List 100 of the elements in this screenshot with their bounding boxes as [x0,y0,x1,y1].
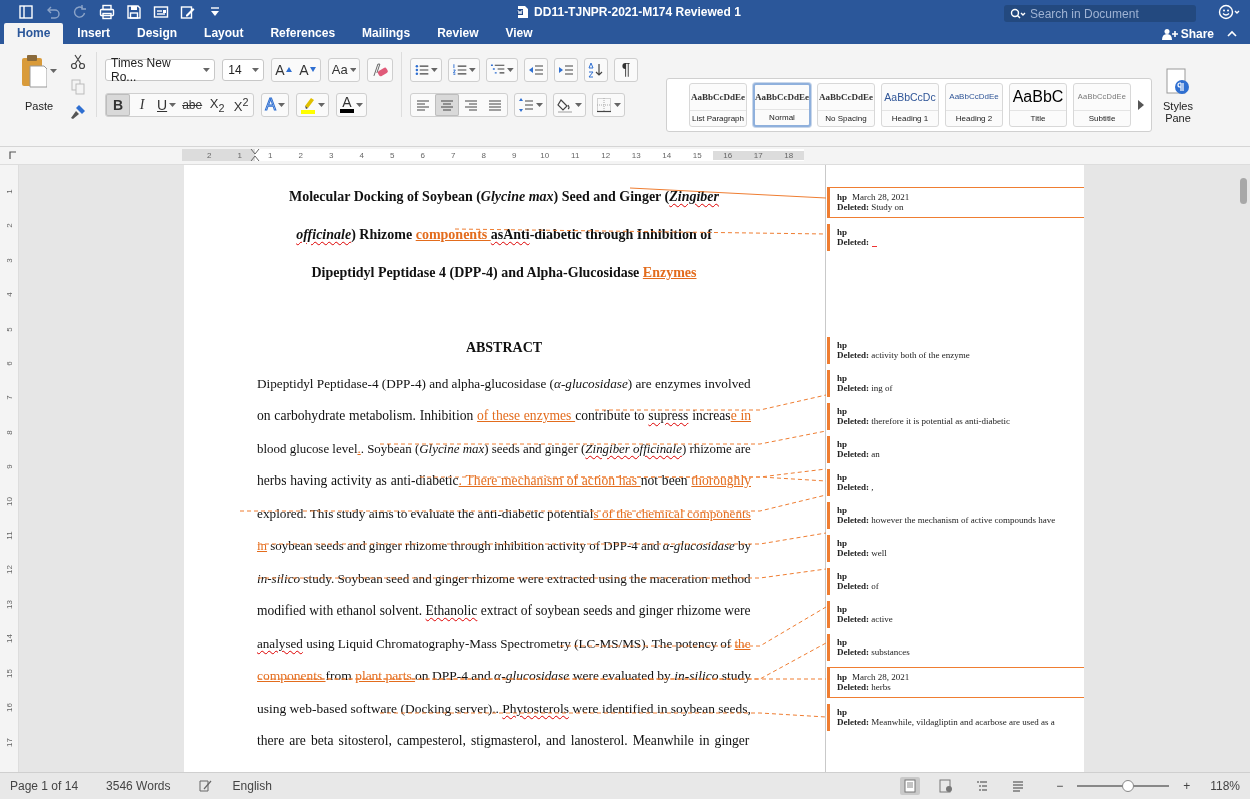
italic-button[interactable]: I [130,93,154,116]
text-line: on carbohydrate metabolism. Inhibition of these enzymes contribute to supress increase in [257,407,751,426]
style-option[interactable]: AaBbCcDdEe No Spacing [817,82,875,127]
font-name-field[interactable]: Times New Ro... [105,58,216,81]
smiley-icon[interactable] [1218,4,1240,20]
caret-icon [575,101,582,108]
section-heading: ABSTRACT [464,338,544,357]
scrollbar-thumb[interactable] [1240,177,1247,204]
ruler-number: 14 [661,150,673,160]
zoom-out-button[interactable]: − [1056,779,1064,793]
ribbon-tab[interactable]: Review [424,22,492,44]
highlight-button[interactable] [295,92,329,117]
ribbon-tab[interactable]: References [257,22,349,44]
slider-thumb[interactable] [1122,780,1135,792]
text-line: herbs having activity as anti-diabetic. There mechanism of action has not been thoroughly [257,472,751,491]
ruler-number: 5 [4,326,14,332]
indent-marker-icon[interactable] [250,149,260,162]
ribbon-tab[interactable]: Design [124,22,191,44]
shrink-font-button[interactable]: A [295,58,320,81]
ruler-number: 13 [4,599,14,609]
deletion-text: Deleted: Study on [837,202,905,213]
bullets-button[interactable] [410,57,442,82]
triangle-down-icon [310,67,317,73]
search-icon[interactable] [1010,8,1026,21]
author-name: hp [837,504,847,515]
ruler-number: 7 [4,395,14,401]
style-option[interactable]: AaBbC Title [1009,82,1067,127]
numbering-button[interactable] [448,57,480,82]
ruler-number: 13 [630,150,642,160]
spacing-button[interactable] [514,92,547,117]
panel-icon[interactable] [18,4,34,20]
outdent-button[interactable] [524,57,548,82]
brush-icon[interactable] [70,103,86,120]
font-color-button[interactable]: A [335,92,367,117]
card-icon[interactable] [153,4,169,20]
clipboard-icon[interactable] [21,53,47,88]
text-line: using web-based software (Docking server).. Phytosterols were identified in soybean seeds, [257,699,751,718]
ruler-number: 10 [539,150,551,160]
borders-button[interactable] [592,92,625,117]
deleted-space-mark [872,244,877,248]
search-field[interactable]: Search in Document [1004,5,1196,23]
deletion-text: Deleted: activity both of the enzyme [837,350,971,361]
indent-button[interactable] [554,57,578,82]
font-size-field[interactable]: 14 [222,58,264,81]
styles-pane-button[interactable]: Styles Pane [1156,67,1200,124]
ribbon-tab[interactable]: Insert [64,22,124,44]
style-option[interactable]: AaBbCcDdEe Heading 2 [945,82,1003,127]
deletion-text: Deleted: however the mechanism of active compounds have [837,515,1057,526]
ruler-number: 18 [773,150,804,160]
borders-icon [596,96,612,113]
text-line: blood glucose level.. Soybean (Glycine max) seeds and ginger (Zingiber officinale) rhizome are [257,439,751,458]
ruler-number: 8 [480,150,487,160]
ruler-number: 6 [419,150,426,160]
multilevel-button[interactable] [486,57,518,82]
shading-button[interactable] [553,92,586,117]
ribbon-tab[interactable]: Layout [191,22,257,44]
page-icon[interactable] [900,777,921,795]
change-case-button[interactable]: Aa [327,57,361,82]
zoom-level: 118% [1210,779,1240,793]
style-option[interactable]: AaBbCcDc Heading 1 [881,82,939,127]
clear-formatting-button[interactable] [367,57,393,82]
script-button[interactable]: X$_{2}$ [205,93,230,116]
deletion-text: Deleted: active [837,614,894,625]
proofing-icon[interactable] [198,779,213,793]
script-button[interactable]: X$^{2}$ [229,93,254,116]
ribbon-tab[interactable]: View [492,22,546,44]
language-label[interactable]: English [232,779,272,793]
print-icon[interactable] [99,4,115,20]
deletion-text: Deleted: ing of [837,383,894,394]
deletion-text: Deleted: , [837,482,875,493]
tab-stop-icon[interactable] [8,150,18,161]
share-button[interactable]: Share [1161,26,1214,41]
strike-button[interactable]: abe [179,93,206,116]
underline-button[interactable]: U [154,93,180,116]
caret-icon [536,101,543,108]
formatting-marks-button[interactable]: ¶ [614,57,638,82]
collapse-icon[interactable] [1226,28,1238,39]
paste-label[interactable]: Paste [24,99,54,112]
author-name: hp [837,671,847,682]
ribbon-tab[interactable]: Home [4,22,64,44]
caret-icon [251,66,259,73]
style-option[interactable]: AaBbCcDdEe Normal [753,82,811,127]
eraser-icon [371,61,389,78]
style-option[interactable]: AaBbCcDdEe List Paragraph [689,82,747,127]
bold-button[interactable]: B [106,93,130,116]
ruler-number: 1 [236,150,243,160]
caret-icon [203,66,211,73]
ribbon-tab[interactable]: Mailings [349,22,424,44]
scissors-icon[interactable] [70,53,86,70]
text-line: in soybean seeds and ginger rhizome through inhibition activity of DPP-4 and α-glucosidase by [257,537,751,556]
edit-icon[interactable] [180,4,196,20]
zoom-in-button[interactable]: + [1183,779,1191,793]
save-icon[interactable] [126,4,142,20]
ruler-number: 7 [450,150,457,160]
grow-font-button[interactable]: A [271,58,296,81]
align-center-button[interactable] [435,93,459,116]
deletion-text: Deleted: herbs [837,682,892,693]
right-arrow-icon[interactable] [1137,99,1145,110]
deletion-text: Deleted: [837,237,1084,248]
sort-button[interactable] [584,57,608,82]
